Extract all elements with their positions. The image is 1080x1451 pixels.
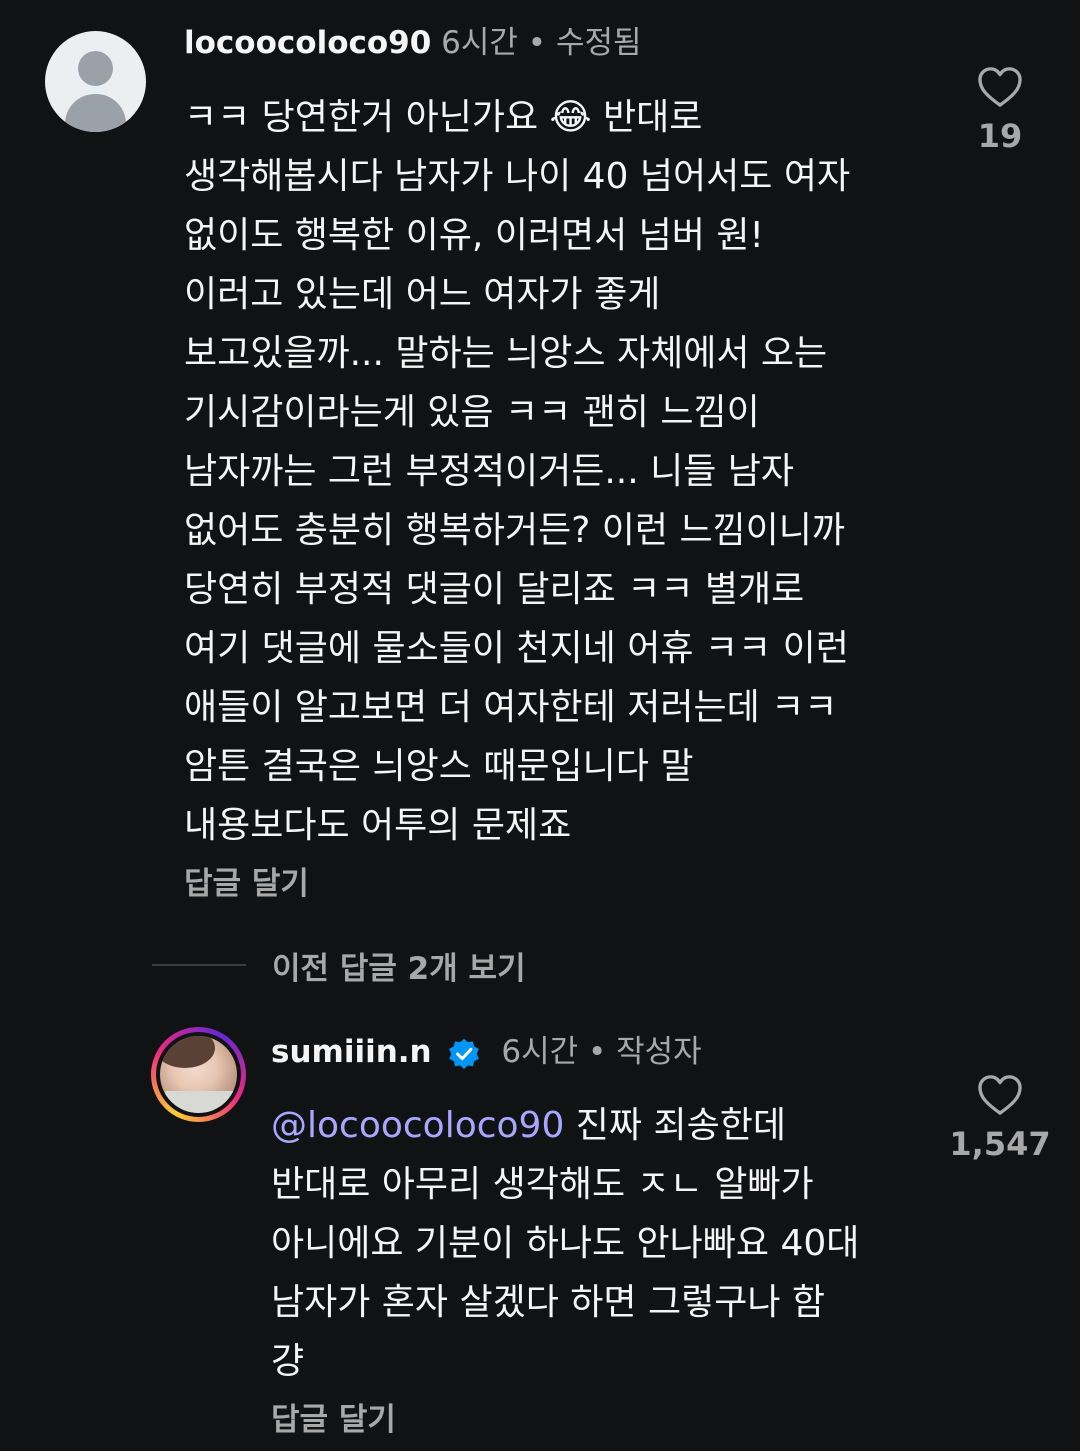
comments-page: locoocoloco90 6시간 • 수정됨 ㅋㅋ 당연한거 아닌가요 😂 반… [0, 0, 1080, 1451]
comment1-username[interactable]: locoocoloco90 [184, 25, 431, 61]
author-badge: 작성자 [616, 1034, 702, 1070]
view-previous-replies[interactable]: 이전 답글 2개 보기 [152, 943, 526, 988]
default-avatar-icon[interactable] [45, 31, 146, 132]
comment1-line: 없이도 행복한 이유, 이러면서 넘버 원! [184, 215, 764, 256]
comment1-line: 당연히 부정적 댓글이 달리죠 ㅋㅋ 별개로 [184, 569, 805, 610]
comment2-header: sumiiin.n 6시간 • 작성자 [271, 1032, 702, 1072]
comment1-line: 여기 댓글에 물소들이 천지네 어휴 ㅋㅋ 이런 [184, 628, 849, 669]
verified-badge-icon [449, 1038, 480, 1069]
comment1-like: 19 [940, 66, 1060, 156]
comment1-line: 애들이 알고보면 더 여자한테 저러는데 ㅋㅋ [184, 687, 838, 728]
comment1-edited-label: 수정됨 [555, 25, 642, 61]
comment2-like: 1,547 [940, 1074, 1060, 1164]
comment2-line: 아니에요 기분이 하나도 안나빠요 40대 [271, 1223, 860, 1264]
comment1-line: 내용보다도 어투의 문제죠 [184, 805, 572, 846]
comment2-username[interactable]: sumiiin.n [271, 1034, 432, 1070]
comment1-line: 생각해봅시다 남자가 나이 40 넘어서도 여자 [184, 156, 851, 197]
heart-icon[interactable] [977, 66, 1023, 108]
comment2-line: @locoocoloco90 진짜 죄송한데 [271, 1096, 859, 1155]
comment1-line: 보고있을까... 말하는 늬앙스 자체에서 오는 [184, 333, 828, 374]
comment1-body: ㅋㅋ 당연한거 아닌가요 😂 반대로 생각해봅시다 남자가 나이 40 넘어서도… [184, 88, 850, 855]
meta-separator: • [587, 1034, 607, 1070]
comment1-line: ㅋㅋ 당연한거 아닌가요 😂 반대로 [184, 97, 703, 138]
comment1-reply-button[interactable]: 답글 달기 [184, 864, 309, 904]
comment2-line-text: 진짜 죄송한데 [564, 1105, 786, 1146]
comment1-line: 기시감이라는게 있음 ㅋㅋ 괜히 느낌이 [184, 392, 760, 433]
mention-link[interactable]: @locoocoloco90 [271, 1105, 564, 1146]
comment1-line: 이러고 있는데 어느 여자가 좋게 [184, 274, 661, 315]
avatar[interactable] [151, 1027, 246, 1122]
comment2-line: 반대로 아무리 생각해도 ㅈㄴ 알빠가 [271, 1164, 814, 1205]
divider [152, 964, 246, 966]
comment1-like-count: 19 [977, 117, 1023, 155]
comment1-line: 없어도 충분히 행복하거든? 이런 느낌이니까 [184, 510, 846, 551]
comment1-line: 남자까는 그런 부정적이거든... 니들 남자 [184, 451, 795, 492]
heart-icon[interactable] [977, 1074, 1023, 1116]
comment1-time: 6시간 [441, 25, 518, 61]
comment2-line: 남자가 혼자 살겠다 하면 그렇구나 함 [271, 1282, 826, 1323]
comment2-like-count: 1,547 [949, 1125, 1051, 1163]
comment2-line: 걍 [271, 1341, 305, 1382]
view-previous-replies-label[interactable]: 이전 답글 2개 보기 [272, 943, 526, 988]
comment2-time: 6시간 [501, 1034, 579, 1070]
meta-separator: • [527, 25, 547, 61]
comment1-line: 암튼 결국은 늬앙스 때문입니다 말 [184, 746, 694, 787]
comment2-reply-button[interactable]: 답글 달기 [271, 1400, 396, 1440]
comment2-body: @locoocoloco90 진짜 죄송한데 반대로 아무리 생각해도 ㅈㄴ 알… [271, 1096, 859, 1391]
comment1-header: locoocoloco90 6시간 • 수정됨 [184, 23, 642, 63]
